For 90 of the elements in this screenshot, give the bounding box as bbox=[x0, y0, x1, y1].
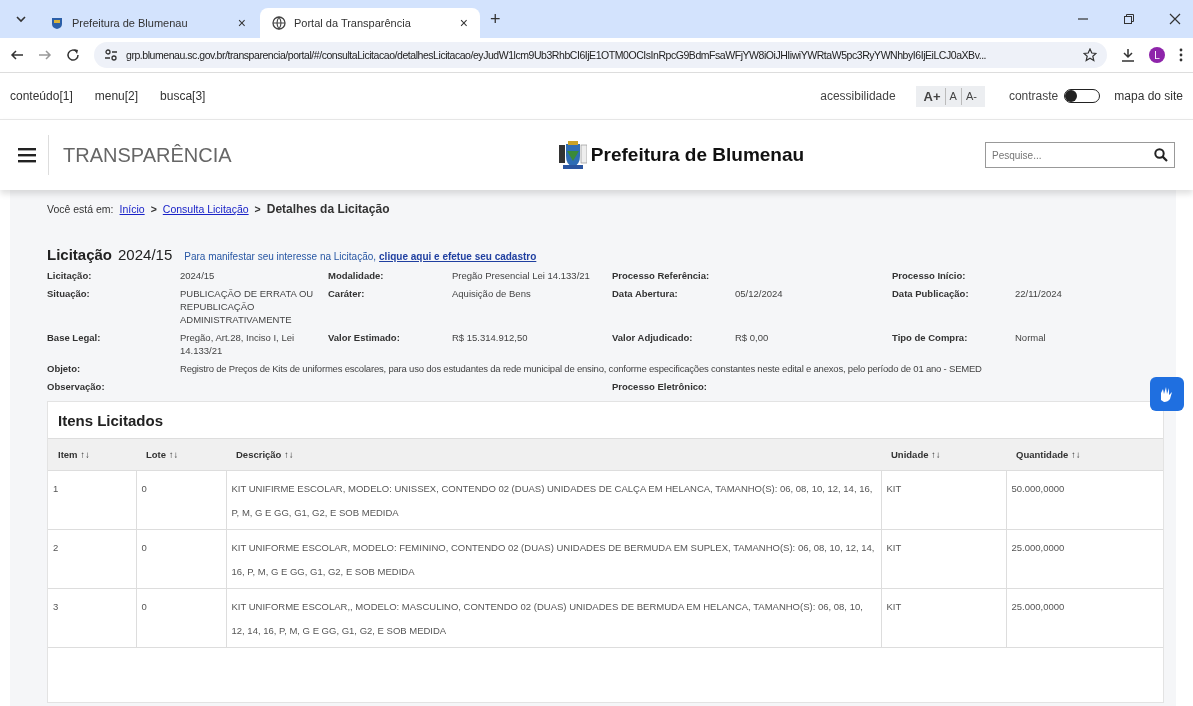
search-field[interactable]: Pesquise... bbox=[985, 142, 1175, 168]
table-cell: 3 bbox=[48, 588, 136, 648]
table-cell: KIT UNIFIRME ESCOLAR, MODELO: UNISSEX, CONTENDO 02 (DUAS) UNIDADES DE CALÇA EM HELANCA, TAMANHO(S): 06, 08, 10, 12, 14, 16, P, M, G E GG, G1, G2, E SOB MEDIDA bbox=[226, 470, 881, 530]
field-value: 22/11/2024 bbox=[1015, 287, 1063, 301]
profile-avatar[interactable]: L bbox=[1149, 47, 1165, 63]
city-name: Prefeitura de Blumenau bbox=[590, 144, 805, 166]
close-icon bbox=[1169, 13, 1181, 25]
address-bar[interactable]: grp.blumenau.sc.gov.br/transparencia/portal/#/consultaLicitacao/detalhesLicitacao/eyJudW1lcm9Ub3RhbCI6IjE1OTM0OCIsInRpcG9BdmFsaWFjYW8iOiJHIiwiYWRtaW5pc3RyYWNhbyI6IjEiLCJ0aXBv... bbox=[94, 42, 1107, 68]
browser-tab[interactable]: Portal da Transparência × bbox=[260, 8, 480, 38]
forward-icon bbox=[38, 48, 52, 62]
column-header[interactable]: Unidade ↑↓ bbox=[881, 438, 1006, 471]
portal-title: TRANSPARÊNCIA bbox=[63, 143, 232, 167]
star-icon bbox=[1083, 48, 1097, 62]
skip-link[interactable]: busca[3] bbox=[160, 89, 206, 103]
breadcrumb-link[interactable]: Início bbox=[119, 203, 145, 215]
bid-number: 2024/15 bbox=[118, 246, 173, 263]
restore-icon bbox=[1123, 13, 1135, 25]
breadcrumb-current: Detalhes da Licitação bbox=[266, 202, 390, 216]
field-label: Processo Início: bbox=[892, 269, 967, 282]
table-cell: 0 bbox=[136, 470, 226, 530]
column-header[interactable]: Lote ↑↓ bbox=[136, 438, 226, 471]
field-value: Pregão Presencial Lei 14.133/21 bbox=[452, 269, 591, 282]
back-icon bbox=[10, 48, 24, 62]
breadcrumb-link[interactable]: Consulta Licitação bbox=[162, 203, 249, 215]
field-label: Base Legal: bbox=[47, 331, 102, 345]
table-cell: 1 bbox=[48, 470, 136, 530]
accessibility-label: acessibilidade bbox=[820, 89, 896, 103]
crest-icon bbox=[50, 16, 64, 30]
new-tab-button[interactable]: + bbox=[490, 8, 501, 30]
field-label: Licitação: bbox=[47, 269, 93, 282]
field-label: Valor Adjudicado: bbox=[612, 331, 694, 345]
notice-text: Para manifestar seu interesse na Licitação, bbox=[184, 251, 377, 262]
field-value: PUBLICAÇÃO DE ERRATA OU REPUBLICAÇÃO ADMINISTRATIVAMENTE bbox=[180, 287, 315, 326]
field-value: R$ 0,00 bbox=[735, 331, 770, 345]
field-value: R$ 15.314.912,50 bbox=[452, 331, 529, 345]
table-cell: KIT bbox=[881, 588, 1006, 648]
table-cell: KIT UNIFORME ESCOLAR, MODELO: FEMININO, CONTENDO 02 (DUAS) UNIDADES DE BERMUDA EM SUPLEX, TAMANHO(S): 06, 08, 10, 12, 14, 16, P, M, G E GG, G1, G2, E SOB MEDIDA bbox=[226, 529, 881, 589]
font-size-button[interactable]: A bbox=[944, 87, 961, 105]
font-size-button[interactable]: A+ bbox=[919, 87, 945, 105]
more-icon bbox=[1179, 48, 1183, 62]
search-icon bbox=[1154, 148, 1168, 162]
menu-icon bbox=[18, 135, 49, 175]
field-value: Normal bbox=[1015, 331, 1047, 345]
breadcrumb-separator: > bbox=[254, 203, 261, 215]
register-link[interactable]: clique aqui e efetue seu cadastro bbox=[379, 251, 537, 262]
breadcrumb-separator: > bbox=[150, 203, 157, 215]
skip-link[interactable]: conteúdo[1] bbox=[10, 89, 73, 103]
close-icon[interactable]: × bbox=[237, 15, 246, 31]
field-value: Aquisição de Bens bbox=[452, 287, 532, 301]
field-label: Observação: bbox=[47, 380, 106, 393]
breadcrumb-label: Você está em: bbox=[47, 203, 114, 215]
contrast-label: contraste bbox=[1008, 89, 1059, 103]
field-label: Processo Eletrônico: bbox=[612, 380, 709, 393]
reload-icon bbox=[66, 48, 80, 62]
skip-link[interactable]: menu[2] bbox=[94, 89, 139, 103]
field-label: Situação: bbox=[47, 287, 91, 301]
download-icon bbox=[1121, 48, 1135, 62]
url-text: grp.blumenau.sc.gov.br/transparencia/portal/#/consultaLicitacao/detalhesLicitacao/eyJudW1lcm9Ub3RhbCI6IjE1OTM0OCIsInRpcG9BdmFsaWFjYW8iOiJHIiwiYWRtaW5pc3RyYWNhbyI6IjEiLCJ0aXBv... bbox=[126, 49, 987, 61]
column-header[interactable]: Quantidade ↑↓ bbox=[1006, 438, 1163, 471]
coat-of-arms-icon bbox=[558, 141, 587, 169]
close-icon[interactable]: × bbox=[459, 15, 468, 31]
field-value: 2024/15 bbox=[180, 269, 216, 282]
field-label: Objeto: bbox=[47, 362, 82, 375]
table-cell: KIT bbox=[881, 470, 1006, 530]
field-value: Registro de Preços de Kits de uniformes escolares, para uso dos estudantes da rede municipal de ensino, conforme especificações constantes neste edital e anexos, pelo período de 01 ano - SEMED bbox=[180, 362, 983, 375]
table-cell: 2 bbox=[48, 529, 136, 589]
field-label: Processo Referência: bbox=[612, 269, 711, 282]
tab-list-icon bbox=[16, 15, 26, 23]
sign-language-button[interactable] bbox=[1150, 377, 1184, 411]
page-heading: Licitação bbox=[47, 246, 113, 263]
sitemap-link[interactable]: mapa do site bbox=[1114, 89, 1183, 103]
globe-icon bbox=[272, 16, 286, 30]
field-label: Data Abertura: bbox=[612, 287, 679, 301]
column-header[interactable]: Item ↑↓ bbox=[48, 438, 136, 471]
field-label: Caráter: bbox=[328, 287, 366, 301]
font-size-button[interactable]: A- bbox=[960, 87, 981, 105]
field-label: Tipo de Compra: bbox=[892, 331, 969, 345]
table-cell: KIT bbox=[881, 529, 1006, 589]
field-label: Valor Estimado: bbox=[328, 331, 401, 345]
table-cell: KIT UNIFORME ESCOLAR,, MODELO: MASCULINO, CONTENDO 02 (DUAS) UNIDADES DE BERMUDA EM HELANCA, TAMANHO(S): 06, 08, 10, 12, 14, 16, P, M, G E GG, G1, G2, E SOB MEDIDA bbox=[226, 588, 881, 648]
field-value: 05/12/2024 bbox=[735, 287, 784, 301]
browser-tab[interactable]: Prefeitura de Blumenau × bbox=[38, 8, 258, 38]
column-header[interactable]: Descrição ↑↓ bbox=[226, 438, 881, 471]
field-label: Data Publicação: bbox=[892, 287, 970, 301]
table-cell: 0 bbox=[136, 588, 226, 648]
field-label: Modalidade: bbox=[328, 269, 385, 282]
section-title: Itens Licitados bbox=[57, 411, 165, 431]
table-cell: 0 bbox=[136, 529, 226, 589]
field-value: Pregão, Art.28, Inciso I, Lei 14.133/21 bbox=[180, 331, 296, 357]
site-settings-icon bbox=[104, 48, 118, 62]
